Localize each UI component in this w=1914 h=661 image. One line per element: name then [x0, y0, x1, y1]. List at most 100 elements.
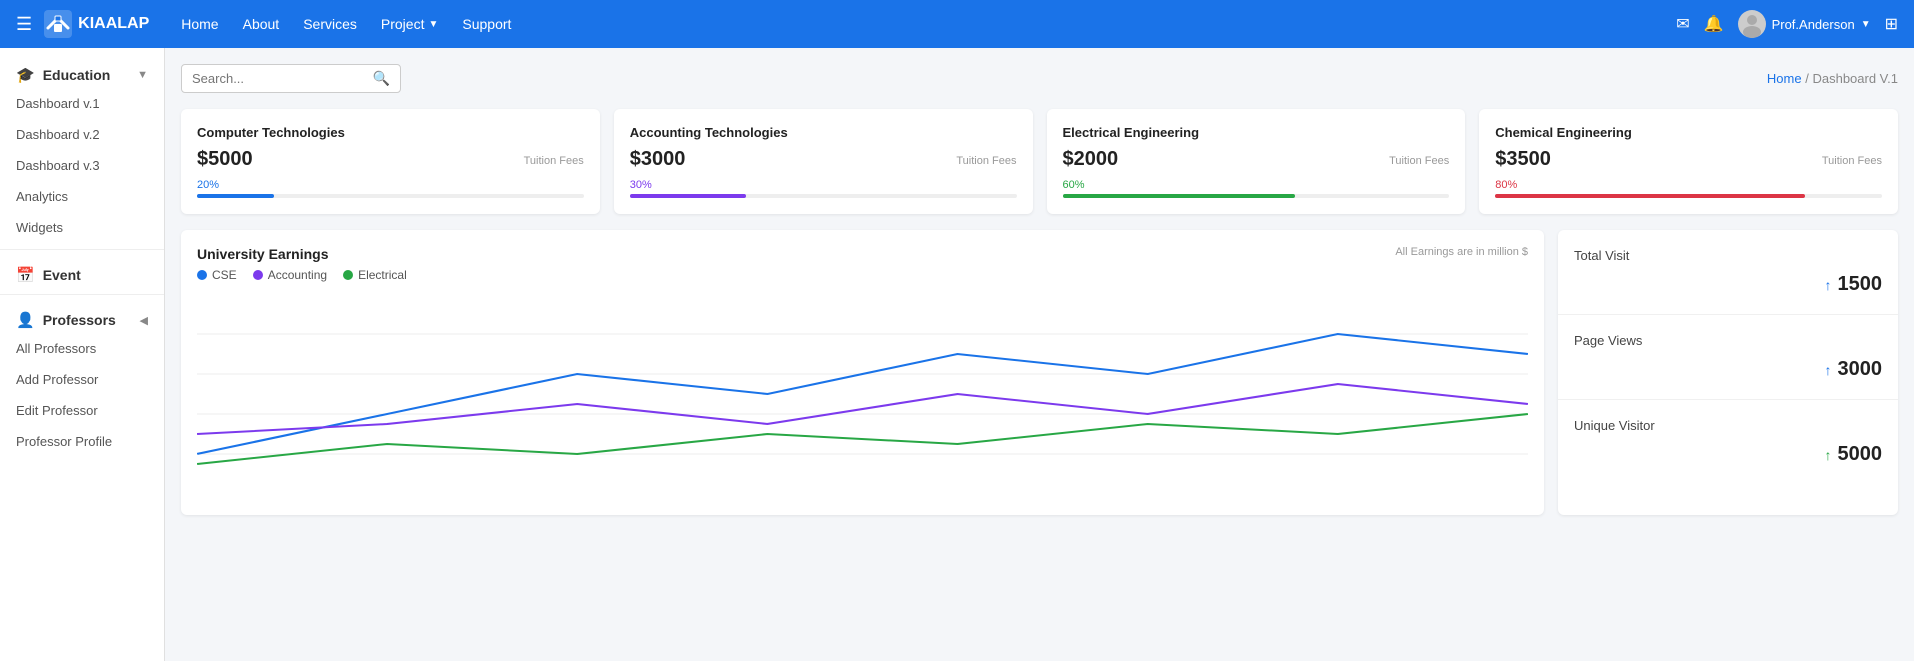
search-input[interactable] [192, 71, 373, 86]
legend-dot-electrical [343, 270, 353, 280]
legend-item-electrical: Electrical [343, 268, 407, 282]
chevron-down-icon: ▼ [428, 19, 438, 30]
legend-item-accounting: Accounting [253, 268, 327, 282]
card-value-1: $3000 [630, 148, 686, 171]
brand-logo-container: KIAALAP [44, 10, 149, 38]
breadcrumb: Home / Dashboard V.1 [1767, 71, 1898, 86]
education-chevron-icon: ▼ [137, 69, 148, 81]
progress-track-3 [1495, 194, 1882, 198]
sidebar-item-widgets[interactable]: Widgets [0, 212, 164, 243]
card-title-2: Electrical Engineering [1063, 125, 1450, 140]
sidebar-item-dashboard-v3[interactable]: Dashboard v.3 [0, 150, 164, 181]
search-icon: 🔍 [373, 70, 390, 87]
stat-value-row-page-views: ↑ 3000 [1574, 358, 1882, 381]
progress-fill-1 [630, 194, 746, 198]
stat-label-total-visit: Total Visit [1574, 248, 1882, 263]
progress-track-2 [1063, 194, 1450, 198]
sidebar-section-event: 📅 Event [0, 256, 164, 288]
card-title-1: Accounting Technologies [630, 125, 1017, 140]
card-chemical-engineering: Chemical Engineering $3500 Tuition Fees … [1479, 109, 1898, 214]
breadcrumb-home[interactable]: Home [1767, 71, 1802, 86]
nav-about[interactable]: About [243, 16, 280, 32]
sidebar-item-add-professor[interactable]: Add Professor [0, 364, 164, 395]
main-layout: 🎓 Education ▼ Dashboard v.1 Dashboard v.… [0, 48, 1914, 661]
progress-text-0: 20% [197, 179, 584, 191]
nav-project[interactable]: Project ▼ [381, 16, 438, 32]
chart-title: University Earnings [197, 246, 407, 262]
progress-bar-1: 30% [630, 179, 1017, 198]
stat-row-unique-visitor: Unique Visitor ↑ 5000 [1558, 400, 1898, 484]
sidebar-item-professor-profile[interactable]: Professor Profile [0, 426, 164, 457]
nav-services[interactable]: Services [303, 16, 357, 32]
hamburger-menu[interactable]: ☰ [16, 14, 32, 35]
stat-label-unique-visitor: Unique Visitor [1574, 418, 1882, 433]
sidebar-item-all-professors[interactable]: All Professors [0, 333, 164, 364]
search-box[interactable]: 🔍 [181, 64, 401, 93]
earnings-chart-svg [197, 294, 1528, 494]
grid-icon[interactable]: ⊞ [1885, 14, 1898, 34]
user-profile-badge[interactable]: Prof.Anderson ▼ [1738, 10, 1871, 38]
breadcrumb-current: Dashboard V.1 [1812, 71, 1898, 86]
card-accounting-technologies: Accounting Technologies $3000 Tuition Fe… [614, 109, 1033, 214]
sidebar-item-dashboard-v2[interactable]: Dashboard v.2 [0, 119, 164, 150]
progress-text-1: 30% [630, 179, 1017, 191]
chart-title-block: University Earnings CSE Accounting [197, 246, 407, 282]
user-name: Prof.Anderson [1772, 17, 1855, 32]
card-label-3: Tuition Fees [1822, 155, 1882, 167]
progress-bar-3: 80% [1495, 179, 1882, 198]
person-icon: 👤 [16, 311, 35, 329]
user-avatar [1738, 10, 1766, 38]
bell-icon[interactable]: 🔔 [1704, 14, 1724, 34]
card-title-0: Computer Technologies [197, 125, 584, 140]
stat-value-unique-visitor: 5000 [1838, 443, 1883, 466]
stat-value-row-total-visit: ↑ 1500 [1574, 273, 1882, 296]
stats-card: Total Visit ↑ 1500 Page Views ↑ 3000 Uni… [1558, 230, 1898, 515]
progress-fill-0 [197, 194, 274, 198]
sidebar-section-professors: 👤 Professors ◀ [0, 301, 164, 333]
sidebar-section-education: 🎓 Education ▼ [0, 56, 164, 88]
stat-arrow-total-visit: ↑ [1825, 277, 1832, 293]
stat-row-page-views: Page Views ↑ 3000 [1558, 315, 1898, 400]
legend-item-cse: CSE [197, 268, 237, 282]
progress-track-1 [630, 194, 1017, 198]
sidebar-education-header[interactable]: 🎓 Education ▼ [16, 66, 148, 84]
brand-logo-icon [44, 10, 72, 38]
mail-icon[interactable]: ✉ [1676, 14, 1689, 34]
chart-header: University Earnings CSE Accounting [197, 246, 1528, 282]
card-value-row-2: $2000 Tuition Fees [1063, 148, 1450, 171]
sidebar-event-header[interactable]: 📅 Event [16, 266, 148, 284]
legend-dot-cse [197, 270, 207, 280]
progress-text-2: 60% [1063, 179, 1450, 191]
sidebar-divider-2 [0, 294, 164, 295]
user-chevron-icon: ▼ [1861, 19, 1871, 30]
sidebar: 🎓 Education ▼ Dashboard v.1 Dashboard v.… [0, 48, 165, 661]
calendar-icon: 📅 [16, 266, 35, 284]
progress-fill-3 [1495, 194, 1804, 198]
progress-bar-2: 60% [1063, 179, 1450, 198]
card-label-0: Tuition Fees [524, 155, 584, 167]
sidebar-item-edit-professor[interactable]: Edit Professor [0, 395, 164, 426]
legend-label-electrical: Electrical [358, 268, 407, 282]
sidebar-item-analytics[interactable]: Analytics [0, 181, 164, 212]
progress-text-3: 80% [1495, 179, 1882, 191]
progress-bar-0: 20% [197, 179, 584, 198]
nav-support[interactable]: Support [462, 16, 511, 32]
cards-row: Computer Technologies $5000 Tuition Fees… [181, 109, 1898, 214]
sidebar-professors-header[interactable]: 👤 Professors ◀ [16, 311, 148, 329]
sidebar-item-dashboard-v1[interactable]: Dashboard v.1 [0, 88, 164, 119]
legend-label-accounting: Accounting [268, 268, 327, 282]
main-content: 🔍 Home / Dashboard V.1 Computer Technolo… [165, 48, 1914, 661]
nav-home[interactable]: Home [181, 16, 218, 32]
card-label-2: Tuition Fees [1389, 155, 1449, 167]
sidebar-divider-1 [0, 249, 164, 250]
stat-row-total-visit: Total Visit ↑ 1500 [1558, 230, 1898, 315]
legend-dot-accounting [253, 270, 263, 280]
progress-track-0 [197, 194, 584, 198]
legend-label-cse: CSE [212, 268, 237, 282]
brand-name: KIAALAP [78, 15, 149, 33]
card-computer-technologies: Computer Technologies $5000 Tuition Fees… [181, 109, 600, 214]
top-navigation: ☰ KIAALAP Home About Services Project ▼ … [0, 0, 1914, 48]
card-value-3: $3500 [1495, 148, 1551, 171]
sidebar-education-label: 🎓 Education [16, 66, 110, 84]
sidebar-event-label: 📅 Event [16, 266, 81, 284]
